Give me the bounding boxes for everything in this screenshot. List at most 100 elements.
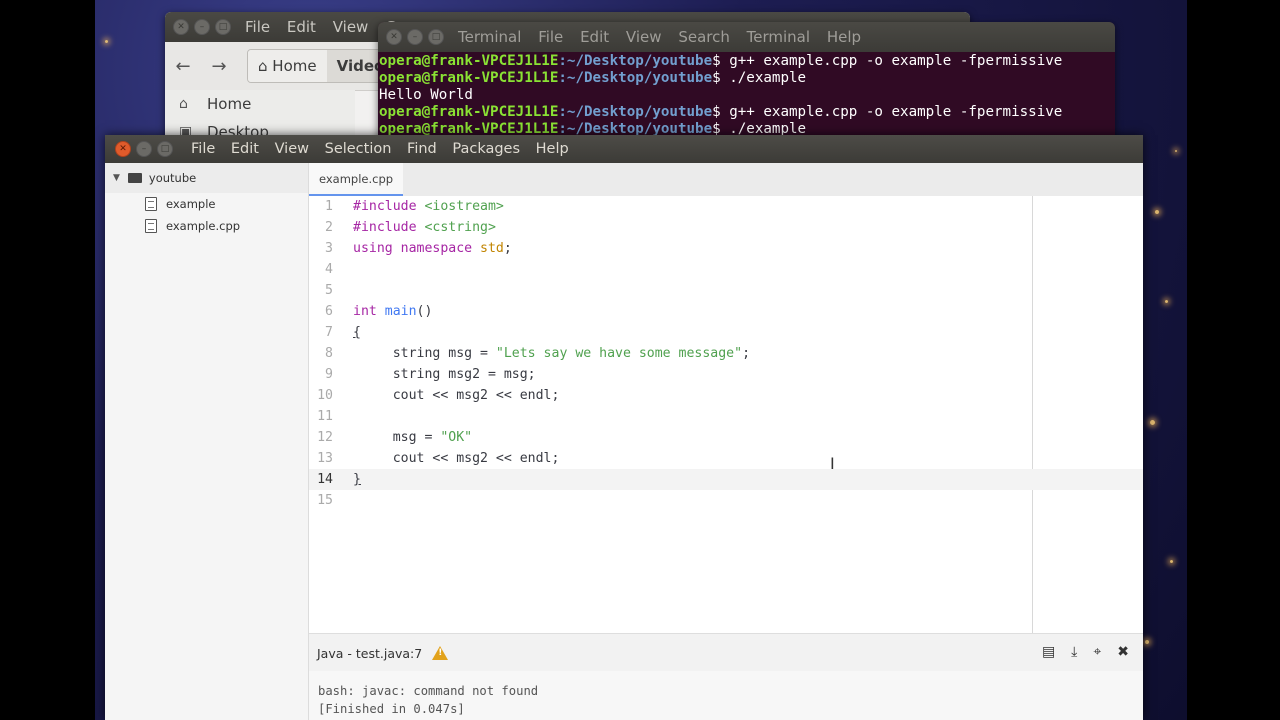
code-line: 11 — [309, 406, 1143, 427]
code-text: #include <iostream> — [353, 196, 504, 217]
terminal-line: opera@frank-VPCEJ1L1E:~/Desktop/youtube$… — [379, 104, 1115, 121]
tree-file-label: example.cpp — [166, 219, 241, 233]
build-output: bash: javac: command not found [Finished … — [309, 671, 1143, 720]
code-token: cout << msg2 << endl; — [353, 451, 560, 466]
line-number: 9 — [325, 367, 333, 382]
term-menu-view[interactable]: View — [626, 28, 662, 46]
line-number: 14 — [317, 472, 333, 487]
tree-file-label: example — [166, 197, 216, 211]
close-panel-icon[interactable]: ✖ — [1117, 644, 1129, 660]
code-text: using namespace std; — [353, 238, 512, 259]
code-token: #include — [353, 220, 425, 235]
tree-file-example-cpp[interactable]: example.cpp — [105, 215, 308, 237]
fm-menu-file[interactable]: File — [245, 18, 270, 36]
warning-icon — [432, 646, 449, 660]
code-line: 2 #include <cstring> — [309, 217, 1143, 238]
code-token: string msg = — [353, 346, 496, 361]
fm-menu-view[interactable]: View — [333, 18, 369, 36]
prompt-user: opera@frank-VPCEJ1L1E — [379, 53, 559, 69]
build-panel-header: Java - test.java:7 ▤ ⤓ ⌖ ✖ — [309, 633, 1143, 672]
download-icon[interactable]: ⤓ — [1071, 644, 1077, 660]
code-line: 14} — [309, 469, 1143, 490]
line-number: 8 — [325, 346, 333, 361]
tab-example-cpp[interactable]: example.cpp — [309, 163, 404, 196]
document-icon[interactable]: ▤ — [1042, 644, 1055, 660]
menu-packages[interactable]: Packages — [452, 141, 520, 157]
prompt-user: opera@frank-VPCEJ1L1E — [379, 104, 559, 120]
breadcrumb-home[interactable]: ⌂ Home — [248, 50, 327, 82]
code-token: std — [480, 241, 504, 256]
term-menu-search[interactable]: Search — [678, 28, 730, 46]
code-token: () — [416, 304, 433, 319]
code-token: string msg2 = msg; — [353, 367, 536, 382]
prompt-path: :~/Desktop/youtube — [558, 70, 713, 86]
code-token: main — [384, 304, 417, 319]
folder-icon — [127, 173, 142, 183]
term-menu-edit[interactable]: Edit — [580, 28, 609, 46]
close-icon[interactable]: ✕ — [386, 29, 402, 45]
code-token: "OK" — [440, 430, 473, 445]
term-menu-file[interactable]: File — [538, 28, 563, 46]
back-arrow-icon[interactable]: ← — [165, 56, 201, 77]
code-token: <iostream> — [424, 199, 504, 214]
minimize-icon[interactable]: – — [194, 19, 210, 35]
code-text: } — [353, 469, 361, 490]
minimize-icon[interactable]: – — [136, 141, 152, 157]
build-panel-title: Java - test.java:7 — [317, 645, 423, 661]
code-token: "Lets say we have some message" — [495, 346, 743, 361]
line-number: 5 — [325, 283, 333, 298]
maximize-icon[interactable]: □ — [157, 141, 173, 157]
menu-file[interactable]: File — [191, 141, 215, 157]
code-line: 12 msg = "OK" — [309, 427, 1143, 448]
menu-selection[interactable]: Selection — [325, 141, 392, 157]
terminal-window: ✕ – □ Terminal File Edit View Search Ter… — [378, 22, 1115, 140]
code-text: { — [353, 322, 361, 343]
line-number: 13 — [317, 451, 333, 466]
menu-edit[interactable]: Edit — [231, 141, 259, 157]
code-token: ; — [503, 241, 512, 256]
line-number: 10 — [317, 388, 333, 403]
maximize-icon[interactable]: □ — [215, 19, 231, 35]
terminal-menubar: Terminal File Edit View Search Terminal … — [458, 28, 873, 46]
line-number: 2 — [325, 220, 333, 235]
line-number: 6 — [325, 304, 333, 319]
code-editor[interactable]: I 1 #include <iostream> 2 #include <cstring… — [309, 196, 1143, 633]
prompt-path: :~/Desktop/youtube — [558, 104, 713, 120]
maximize-icon[interactable]: □ — [428, 29, 444, 45]
minimize-icon[interactable]: – — [407, 29, 423, 45]
atom-menubar: File Edit View Selection Find Packages H… — [191, 141, 580, 157]
term-menu-help[interactable]: Help — [827, 28, 861, 46]
code-line: 7{ — [309, 322, 1143, 343]
close-icon[interactable]: ✕ — [115, 141, 131, 157]
term-menu-terminal[interactable]: Terminal — [747, 28, 810, 46]
fm-menu-edit[interactable]: Edit — [287, 18, 316, 36]
code-line: 4 — [309, 259, 1143, 280]
chevron-down-icon[interactable]: ▼ — [113, 173, 120, 183]
line-number: 4 — [325, 262, 333, 277]
menu-view[interactable]: View — [275, 141, 309, 157]
menu-help[interactable]: Help — [536, 141, 569, 157]
prompt-user: opera@frank-VPCEJ1L1E — [379, 70, 559, 86]
line-number: 3 — [325, 241, 333, 256]
code-line: 9 string msg2 = msg; — [309, 364, 1143, 385]
file-icon — [145, 197, 157, 211]
line-number: 1 — [325, 199, 333, 214]
tree-file-example[interactable]: example — [105, 193, 308, 215]
code-token: cout << msg2 << endl; — [353, 388, 560, 403]
code-line: 10 cout << msg2 << endl; — [309, 385, 1143, 406]
code-line: 5 — [309, 280, 1143, 301]
forward-arrow-icon[interactable]: → — [201, 56, 237, 77]
pin-icon[interactable]: ⌖ — [1093, 644, 1101, 660]
close-icon[interactable]: ✕ — [173, 19, 189, 35]
code-text: cout << msg2 << endl; — [353, 385, 560, 406]
code-line: 8 string msg = "Lets say we have some me… — [309, 343, 1143, 364]
code-text: int main() — [353, 301, 432, 322]
output-line: [Finished in 0.047s] — [318, 702, 465, 716]
tree-root-folder[interactable]: ▼ youtube — [105, 163, 308, 193]
terminal-titlebar: ✕ – □ Terminal File Edit View Search Ter… — [378, 22, 1115, 52]
terminal-output[interactable]: opera@frank-VPCEJ1L1E:~/Desktop/youtube$… — [378, 52, 1115, 138]
sidebar-item-home[interactable]: ⌂ Home — [165, 90, 355, 118]
terminal-title: Terminal — [458, 28, 522, 46]
menu-find[interactable]: Find — [407, 141, 437, 157]
home-icon: ⌂ — [179, 96, 188, 112]
